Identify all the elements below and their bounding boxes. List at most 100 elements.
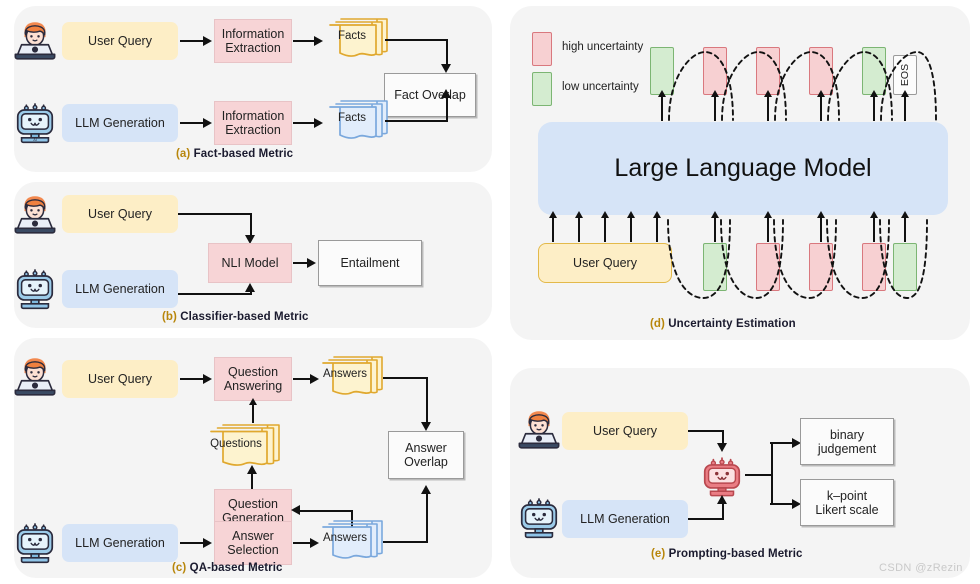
arrowhead [203, 373, 212, 384]
arrowhead [203, 537, 212, 548]
node-llm-generation-a: LLM Generation [62, 104, 178, 142]
robot-icon [12, 518, 58, 564]
line-c-up-to-overlap [425, 492, 428, 542]
arrowhead [310, 373, 319, 384]
node-label: k–point Likert scale [815, 488, 879, 517]
line-e-split [770, 442, 773, 505]
arrowhead [717, 443, 728, 452]
caption-letter: (a) [176, 148, 191, 160]
svg-text:AI: AI [33, 138, 37, 142]
node-label: Answer Overlap [404, 441, 448, 469]
arrow-a-ie-to-facts [293, 39, 315, 43]
large-language-model-box: Large Language Model [538, 122, 948, 215]
caption-panel-c: (c) QA-based Metric [172, 562, 283, 574]
line-a-facts2-to-overlap [385, 119, 448, 122]
line-a-up-to-overlap [445, 96, 448, 122]
arrow-c-query-to-qa [180, 377, 204, 381]
caption-text: Classifier-based Metric [176, 311, 309, 323]
robot-icon [516, 493, 562, 539]
node-entailment: Entailment [318, 240, 422, 286]
node-user-query-c: User Query [62, 360, 178, 398]
caption-text: Uncertainty Estimation [664, 318, 796, 330]
node-binary-judgement: binary judgement [800, 418, 894, 465]
caption-letter: (c) [172, 562, 187, 574]
arrowhead [246, 465, 257, 474]
line-e-to-likert [770, 503, 794, 506]
caption-panel-d: (d) Uncertainty Estimation [650, 318, 796, 330]
robot-icon [12, 264, 58, 310]
legend-label-low: low uncertainty [562, 81, 639, 93]
caption-panel-e: (e) Prompting-based Metric [651, 548, 802, 560]
user-laptop-icon [516, 405, 562, 451]
judge-robot-icon [699, 452, 745, 498]
node-likert-scale: k–point Likert scale [800, 479, 894, 526]
user-laptop-icon [12, 352, 58, 398]
node-user-query-e: User Query [562, 412, 688, 450]
node-llm-generation-b: LLM Generation [62, 270, 178, 308]
node-label: Question Answering [223, 365, 283, 393]
dashed-loop-bottom [667, 219, 928, 299]
node-label: Information Extraction [221, 109, 285, 137]
caption-text: Prompting-based Metric [665, 548, 803, 560]
line-c-answers-to-overlap [383, 376, 428, 379]
watermark: CSDN @zRezin [879, 562, 963, 574]
stack-answers-top: Answers [320, 354, 392, 400]
line-e-gen-up [721, 502, 724, 519]
line-c-down-to-overlap [425, 376, 428, 426]
node-label: Information Extraction [221, 27, 285, 55]
arrowhead [310, 537, 319, 548]
arrow-a-query-to-ie [180, 39, 204, 43]
arrow-query-to-llm-5 [656, 218, 658, 242]
arrowhead [314, 117, 323, 128]
line-e-query-right [688, 429, 724, 433]
arrow-c-gen-to-ansel [180, 541, 204, 545]
line-e-to-binary [770, 442, 794, 445]
node-user-query-b: User Query [62, 195, 178, 233]
arrow-query-to-llm-2 [578, 218, 580, 242]
arrow-a-gen-to-ie [180, 121, 204, 125]
node-information-extraction-bottom: Information Extraction [214, 101, 292, 145]
arrowhead [717, 495, 728, 504]
node-answer-overlap: Answer Overlap [388, 431, 464, 479]
user-laptop-icon [12, 16, 58, 62]
arrow-query-to-llm-1 [552, 218, 554, 242]
dashed-loop-top [668, 51, 937, 121]
line-b-query-right [178, 212, 252, 216]
arrow-query-to-llm-4 [630, 218, 632, 242]
line-b-gen-right [178, 293, 252, 296]
node-label: binary judgement [817, 427, 877, 456]
caption-letter: (d) [650, 318, 665, 330]
arrowhead [245, 283, 256, 292]
arrowhead [441, 89, 452, 98]
line-c-feedback-h [300, 509, 353, 512]
caption-panel-b: (b) Classifier-based Metric [162, 311, 309, 323]
legend-swatch-high [532, 32, 552, 66]
arrowhead [441, 64, 452, 73]
caption-letter: (e) [651, 548, 666, 560]
arrowhead [307, 257, 316, 268]
node-nli-model: NLI Model [208, 243, 292, 283]
node-llm-generation-c: LLM Generation [62, 524, 178, 562]
legend-swatch-low [532, 72, 552, 106]
line-a-facts-to-overlap [385, 38, 448, 41]
robot-icon: AI [12, 98, 58, 144]
caption-panel-a: (a) Fact-based Metric [176, 148, 293, 160]
node-label: Answer Selection [227, 529, 279, 557]
arrow-c-questions-to-qa [252, 405, 255, 423]
caption-text: QA-based Metric [186, 562, 283, 574]
line-e-gen-right [688, 517, 724, 521]
caption-letter: (b) [162, 311, 177, 323]
caption-text: Fact-based Metric [190, 148, 294, 160]
arrowhead [203, 117, 212, 128]
legend-label-high: high uncertainty [562, 41, 644, 53]
node-information-extraction-top: Information Extraction [214, 19, 292, 63]
arrowhead [291, 505, 300, 516]
stack-answers-bottom: Answers [320, 518, 392, 564]
arrowhead [421, 485, 432, 494]
arrow-c-ansel-to-answers [293, 541, 311, 545]
arrow-a-ie-to-facts2 [293, 121, 315, 125]
node-question-answering: Question Answering [214, 357, 292, 401]
user-laptop-icon [12, 190, 58, 236]
node-llm-generation-e: LLM Generation [562, 500, 688, 538]
arrow-c-qa-to-answers [293, 377, 311, 381]
